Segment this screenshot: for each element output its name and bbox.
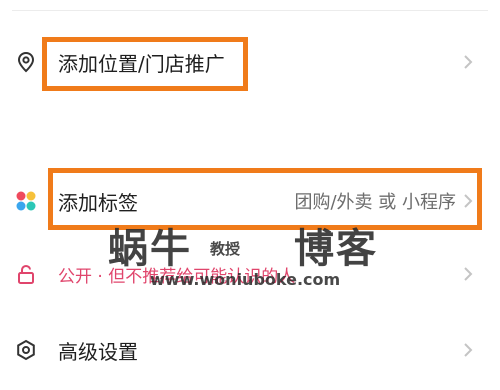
- privacy-row[interactable]: 公开 · 但不推荐给可能认识的人: [0, 254, 500, 294]
- advanced-settings-label: 高级设置: [58, 339, 138, 364]
- top-divider: [12, 10, 488, 11]
- four-dots-icon: [14, 189, 38, 213]
- chevron-right-icon: [464, 343, 473, 357]
- chevron-right-icon: [464, 267, 473, 281]
- chevron-right-icon: [464, 55, 473, 69]
- location-pin-icon: [14, 50, 38, 74]
- advanced-settings-row[interactable]: 高级设置: [0, 330, 500, 370]
- location-highlight-box: [42, 37, 248, 91]
- settings-circle-icon: [14, 338, 38, 362]
- privacy-label: 公开 · 但不推荐给可能认识的人: [58, 266, 296, 287]
- unlock-icon: [14, 262, 38, 286]
- post-settings-screen: 添加位置/门店推广 添加标签 团购/外卖 或 小程序 公开 · 但不推荐给可能认…: [0, 0, 500, 390]
- tags-highlight-box: [48, 168, 482, 230]
